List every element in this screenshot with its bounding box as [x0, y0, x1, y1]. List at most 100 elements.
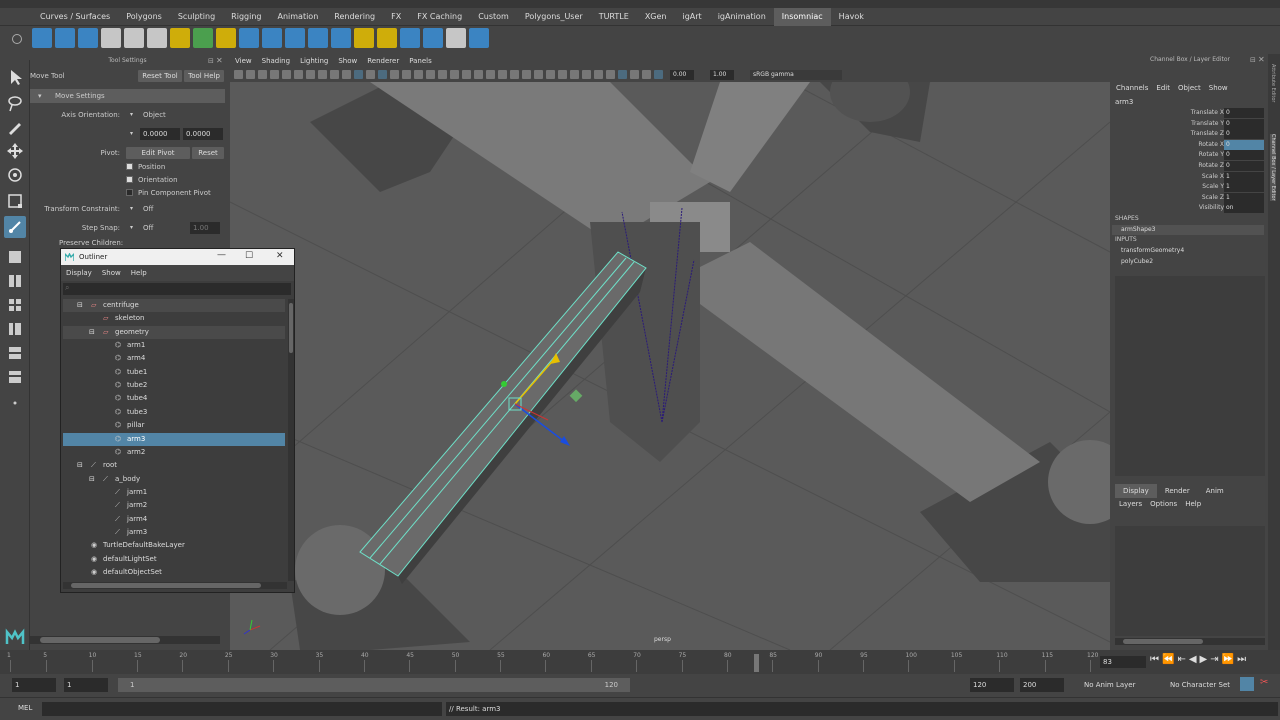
channel-menu-channels[interactable]: Channels [1112, 84, 1152, 96]
single-perspective-icon[interactable] [4, 246, 26, 268]
outliner-item-arm2[interactable]: ⌬ arm2 [63, 446, 285, 459]
shelf-tool-7-icon[interactable] [170, 28, 190, 48]
step-forward-frame-icon[interactable]: ⇥ [1210, 654, 1221, 665]
script-language-toggle[interactable]: MEL [18, 704, 32, 712]
outliner-item-arm3[interactable]: ⌬ arm3 [63, 432, 285, 446]
shelf-tab-custom[interactable]: Custom [470, 8, 517, 26]
shelf-tool-14-icon[interactable] [331, 28, 351, 48]
channel-value[interactable]: 0 [1224, 161, 1264, 171]
shelf-tool-5-icon[interactable] [124, 28, 144, 48]
viewport-tool-22-icon[interactable] [486, 70, 495, 79]
channel-value[interactable]: 0 [1224, 150, 1264, 161]
layer-menu-options[interactable]: Options [1146, 500, 1181, 512]
viewport-menu-panels[interactable]: Panels [404, 57, 437, 65]
lasso-tool-icon[interactable] [4, 92, 26, 114]
channel-value[interactable]: 1 [1224, 192, 1264, 203]
shelf-tab-havok[interactable]: Havok [831, 8, 872, 26]
anim-prefs-icon[interactable]: ✂ [1260, 677, 1268, 688]
channel-value[interactable]: 0 [1224, 129, 1264, 140]
outliner-item-tube1[interactable]: ⌬ tube1 [63, 366, 285, 379]
channel-rotate-x[interactable]: Rotate X0 [1112, 139, 1268, 150]
viewport-tool-4-icon[interactable] [270, 70, 279, 79]
layer-menu-help[interactable]: Help [1181, 500, 1205, 512]
position-checkbox[interactable] [126, 163, 133, 170]
pin-component-pivot-checkbox[interactable] [126, 189, 133, 196]
shelf-tool-20-icon[interactable] [469, 28, 489, 48]
viewport-tool-27-icon[interactable] [546, 70, 555, 79]
viewport-menu-shading[interactable]: Shading [257, 57, 295, 65]
viewport-tool-36-icon[interactable] [654, 70, 663, 79]
axis-orientation-dropdown[interactable]: Object [143, 108, 166, 122]
edit-pivot-button[interactable]: Edit Pivot [126, 147, 190, 159]
viewport-tool-6-icon[interactable] [294, 70, 303, 79]
viewport-tool-18-icon[interactable] [438, 70, 447, 79]
collapse-toggle-icon[interactable]: ⊟ [77, 459, 83, 472]
channel-rotate-y[interactable]: Rotate Y0 [1112, 150, 1268, 161]
outliner-vscrollbar[interactable] [288, 299, 294, 581]
shelf-tab-insomniac[interactable]: Insomniac [773, 7, 831, 26]
channel-value[interactable]: 0 [1224, 118, 1264, 129]
shelf-tab-iganimation[interactable]: igAnimation [710, 8, 774, 26]
collapse-toggle-icon[interactable]: ⊟ [89, 326, 95, 339]
shelf-tool-19-icon[interactable] [446, 28, 466, 48]
channel-value[interactable]: 0 [1224, 108, 1264, 118]
viewport-tool-23-icon[interactable] [498, 70, 507, 79]
viewport-tool-21-icon[interactable] [474, 70, 483, 79]
outliner-item-a_body[interactable]: ⊟ ⟋ a_body [63, 473, 285, 486]
select-tool-icon[interactable] [4, 66, 26, 88]
viewport-tool-19-icon[interactable] [450, 70, 459, 79]
step-back-frame-icon[interactable]: ⇤ [1177, 654, 1188, 665]
tool-help-button[interactable]: Tool Help [184, 70, 224, 82]
orient-field-2[interactable]: 0.0000 [183, 128, 223, 140]
channel-rotate-z[interactable]: Rotate Z0 [1112, 161, 1268, 171]
range-slider[interactable]: 1 120 [118, 678, 630, 692]
shelf-tool-13-icon[interactable] [308, 28, 328, 48]
channel-menu-edit[interactable]: Edit [1152, 84, 1174, 96]
channel-scale-z[interactable]: Scale Z1 [1112, 192, 1268, 203]
shelf-tool-6-icon[interactable] [147, 28, 167, 48]
input-node-1[interactable]: transformGeometry4 [1121, 247, 1184, 254]
step-snap-field[interactable]: 1.00 [190, 222, 220, 234]
go-to-end-icon[interactable]: ⏭ [1237, 654, 1249, 665]
outliner-item-tube2[interactable]: ⌬ tube2 [63, 379, 285, 392]
viewport-tool-35-icon[interactable] [642, 70, 651, 79]
viewport-tool-11-icon[interactable] [354, 70, 363, 79]
viewport-tool-34-icon[interactable] [630, 70, 639, 79]
viewport-tool-29-icon[interactable] [570, 70, 579, 79]
channel-menu-object[interactable]: Object [1174, 84, 1205, 96]
section-move-settings[interactable]: Move Settings [55, 89, 105, 103]
shape-node[interactable]: armShape3 [1112, 225, 1264, 235]
viewport-panel[interactable]: View Shading Lighting Show Renderer Panels 0.… [230, 54, 1110, 650]
channel-value[interactable]: 1 [1224, 182, 1264, 193]
outliner-item-arm4[interactable]: ⌬ arm4 [63, 352, 285, 365]
layer-scrollbar[interactable] [1115, 638, 1265, 645]
viewport-tool-16-icon[interactable] [414, 70, 423, 79]
outliner-menu-display[interactable]: Display [61, 269, 97, 277]
shelf-tool-10-icon[interactable] [239, 28, 259, 48]
shelf-tab-igart[interactable]: igArt [674, 8, 709, 26]
viewport-menu-show[interactable]: Show [333, 57, 362, 65]
channel-visibility[interactable]: Visibility on [1112, 203, 1268, 214]
viewport-tool-9-icon[interactable] [330, 70, 339, 79]
play-backward-icon[interactable]: ◀ [1189, 654, 1200, 665]
layout-channels-icon[interactable] [4, 366, 26, 388]
layer-tab-anim[interactable]: Anim [1198, 484, 1232, 498]
outliner-item-jarm3[interactable]: ⟋ jarm3 [63, 526, 285, 539]
more-layouts-icon[interactable] [4, 392, 26, 414]
shelf-tool-18-icon[interactable] [423, 28, 443, 48]
viewport-tool-32-icon[interactable] [606, 70, 615, 79]
colorspace-dropdown[interactable]: sRGB gamma [750, 70, 842, 80]
viewport-tool-15-icon[interactable] [402, 70, 411, 79]
viewport-menu-view[interactable]: View [230, 57, 257, 65]
move-tool-icon[interactable] [4, 140, 26, 162]
viewport-tool-8-icon[interactable] [318, 70, 327, 79]
step-snap-dropdown[interactable]: Off [143, 221, 153, 235]
selected-arm3[interactable] [359, 251, 647, 584]
layout-four-icon[interactable] [4, 294, 26, 316]
viewport-tool-10-icon[interactable] [342, 70, 351, 79]
channel-scale-y[interactable]: Scale Y1 [1112, 182, 1268, 193]
shelf-tool-15-icon[interactable] [354, 28, 374, 48]
minimize-icon[interactable]: — [217, 250, 226, 260]
shelf-tool-17-icon[interactable] [400, 28, 420, 48]
time-slider[interactable]: 1 5 10 15 20 25 30 35 40 45 50 55 60 65 70 75 80 85 90 95 10… [0, 650, 1280, 674]
